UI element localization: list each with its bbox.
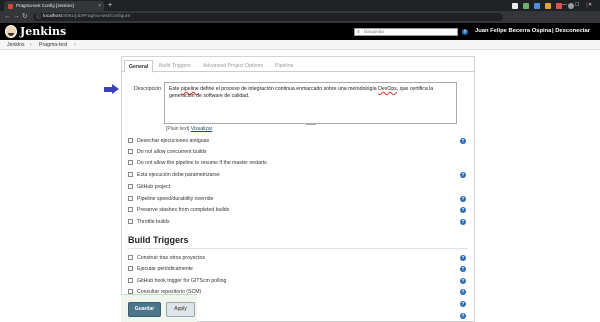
breadcrumb-separator: ›: [74, 42, 76, 48]
extension-icon[interactable]: [545, 3, 551, 9]
option-label: Desechar ejecuciones antiguas: [137, 138, 210, 144]
extension-icon[interactable]: [523, 3, 529, 9]
help-icon[interactable]: ?: [460, 172, 466, 178]
option-label: Preserve stashes from completed builds: [137, 207, 230, 213]
trigger-after-other-projects[interactable]: Construir tras otros proyectos: [128, 254, 205, 262]
trigger-periodically[interactable]: Ejecutar periódicamente: [128, 265, 193, 273]
extension-icon[interactable]: [534, 3, 540, 9]
section-title-build-triggers: Build Triggers: [128, 235, 189, 245]
forward-icon[interactable]: →: [13, 13, 20, 21]
apply-button[interactable]: Apply: [166, 302, 195, 317]
checkbox[interactable]: [128, 265, 133, 271]
option-label: GitHub project: [137, 184, 171, 190]
checkbox[interactable]: [128, 159, 133, 165]
tab-close-icon[interactable]: ×: [98, 1, 101, 11]
textarea-resize-handle[interactable]: [306, 123, 316, 125]
help-icon[interactable]: ?: [460, 196, 466, 202]
section-divider: [128, 248, 468, 249]
help-icon[interactable]: ?: [460, 255, 466, 261]
breadcrumb-job[interactable]: Pragma-test: [39, 40, 67, 50]
jenkins-favicon-icon: [8, 4, 13, 9]
search-icon: ⌕: [357, 29, 360, 35]
tab-build-triggers[interactable]: Build Triggers: [155, 60, 195, 73]
checkbox[interactable]: [128, 183, 133, 189]
help-icon[interactable]: ?: [460, 219, 466, 225]
new-tab-button[interactable]: +: [108, 1, 112, 10]
option-parameterized[interactable]: Esta ejecución debe parametrizarse: [128, 171, 220, 179]
arrow-head: [112, 84, 119, 94]
back-icon[interactable]: ←: [4, 13, 11, 21]
option-discard-old-builds[interactable]: Desechar ejecuciones antiguas: [128, 137, 209, 145]
preview-link[interactable]: Visualizar: [191, 126, 213, 132]
url-host: localhost: [43, 14, 62, 19]
checkbox[interactable]: [128, 218, 133, 224]
breadcrumb-jenkins[interactable]: Jenkins: [7, 40, 25, 50]
maximize-icon[interactable]: ☐: [575, 1, 579, 10]
search-placeholder: búsqueda: [364, 29, 384, 34]
help-icon[interactable]: ?: [460, 278, 466, 284]
option-preserve-stashes[interactable]: Preserve stashes from completed builds: [128, 206, 229, 214]
browser-tab[interactable]: Pragma-test Config [Jenkins] ×: [4, 1, 104, 11]
option-label: Throttle builds: [137, 219, 170, 225]
tab-advanced-project-options[interactable]: Advanced Project Options: [199, 60, 267, 73]
plain-text-label: [Plain text]: [166, 126, 190, 132]
checkbox[interactable]: [128, 148, 133, 154]
description-text: Este: [169, 86, 181, 92]
checkbox[interactable]: [128, 171, 133, 177]
browser-menu-icon[interactable]: ⋮: [584, 3, 590, 9]
tab-pipeline[interactable]: Pipeline: [271, 60, 297, 73]
jenkins-logo-text[interactable]: Jenkins: [20, 25, 66, 38]
tab-general[interactable]: General: [124, 60, 154, 73]
option-no-resume[interactable]: Do not allow the pipeline to resume if t…: [128, 159, 267, 167]
trigger-github-hook[interactable]: GitHub hook trigger for GITScm polling: [128, 277, 226, 285]
search-help-icon[interactable]: ?: [462, 29, 468, 35]
option-label: Construir tras otros proyectos: [137, 255, 206, 261]
option-label: Esta ejecución debe parametrizarse: [137, 172, 220, 178]
help-icon[interactable]: ?: [460, 266, 466, 272]
star-icon[interactable]: [512, 3, 518, 9]
description-text: define el proceso de integración continu…: [198, 86, 379, 92]
description-textarea[interactable]: Este pipeline define el proceso de integ…: [164, 82, 457, 124]
browser-tab-title: Pragma-test Config [Jenkins]: [16, 3, 74, 8]
description-format-note: [Plain text] Visualizar: [166, 126, 212, 132]
checkbox[interactable]: [128, 288, 133, 294]
arrow-shaft: [104, 87, 112, 92]
help-icon[interactable]: ?: [460, 289, 466, 295]
save-button[interactable]: Guardar: [128, 302, 161, 317]
reload-icon[interactable]: ↻: [22, 13, 27, 21]
logout-link[interactable]: | Desconectar: [552, 27, 590, 36]
option-label: Pipeline speed/durability override: [137, 196, 214, 202]
minimize-icon[interactable]: —: [562, 1, 567, 10]
description-label: Descripción: [134, 86, 162, 92]
option-label: GitHub hook trigger for GITScm polling: [137, 278, 227, 284]
option-throttle-builds[interactable]: Throttle builds: [128, 218, 170, 226]
help-icon[interactable]: ?: [460, 313, 466, 319]
checkbox[interactable]: [128, 195, 133, 201]
option-durability-override[interactable]: Pipeline speed/durability override: [128, 195, 213, 203]
option-label: Do not allow concurrent builds: [137, 149, 207, 155]
extension-icon[interactable]: [556, 3, 562, 9]
option-github-project[interactable]: GitHub project: [128, 183, 170, 191]
help-icon[interactable]: ?: [460, 301, 466, 307]
address-bar[interactable]: ⓘ localhost:8081/job/Pragma-test/configu…: [33, 13, 503, 21]
help-icon[interactable]: ?: [460, 207, 466, 213]
search-input[interactable]: ⌕ búsqueda: [354, 28, 458, 36]
checkbox[interactable]: [128, 137, 133, 143]
option-label: Do not allow the pipeline to resume if t…: [137, 160, 267, 166]
checkbox[interactable]: [128, 254, 133, 260]
site-info-icon[interactable]: ⓘ: [36, 13, 41, 21]
breadcrumb: [0, 40, 600, 50]
help-icon[interactable]: ?: [460, 138, 466, 144]
spellcheck-word: pipeline: [180, 86, 199, 92]
user-name-link[interactable]: Juan Felipe Becerra Ospina: [475, 27, 551, 36]
jenkins-butler-logo[interactable]: [5, 25, 17, 38]
breadcrumb-separator: ›: [30, 42, 32, 48]
option-label: Ejecutar periódicamente: [137, 266, 193, 272]
profile-avatar[interactable]: [568, 3, 574, 9]
spellcheck-word: DevOps: [378, 86, 397, 92]
checkbox[interactable]: [128, 206, 133, 212]
option-no-concurrent-builds[interactable]: Do not allow concurrent builds: [128, 148, 207, 156]
checkbox[interactable]: [128, 277, 133, 283]
url-path: :8081/job/Pragma-test/configure: [61, 14, 131, 19]
